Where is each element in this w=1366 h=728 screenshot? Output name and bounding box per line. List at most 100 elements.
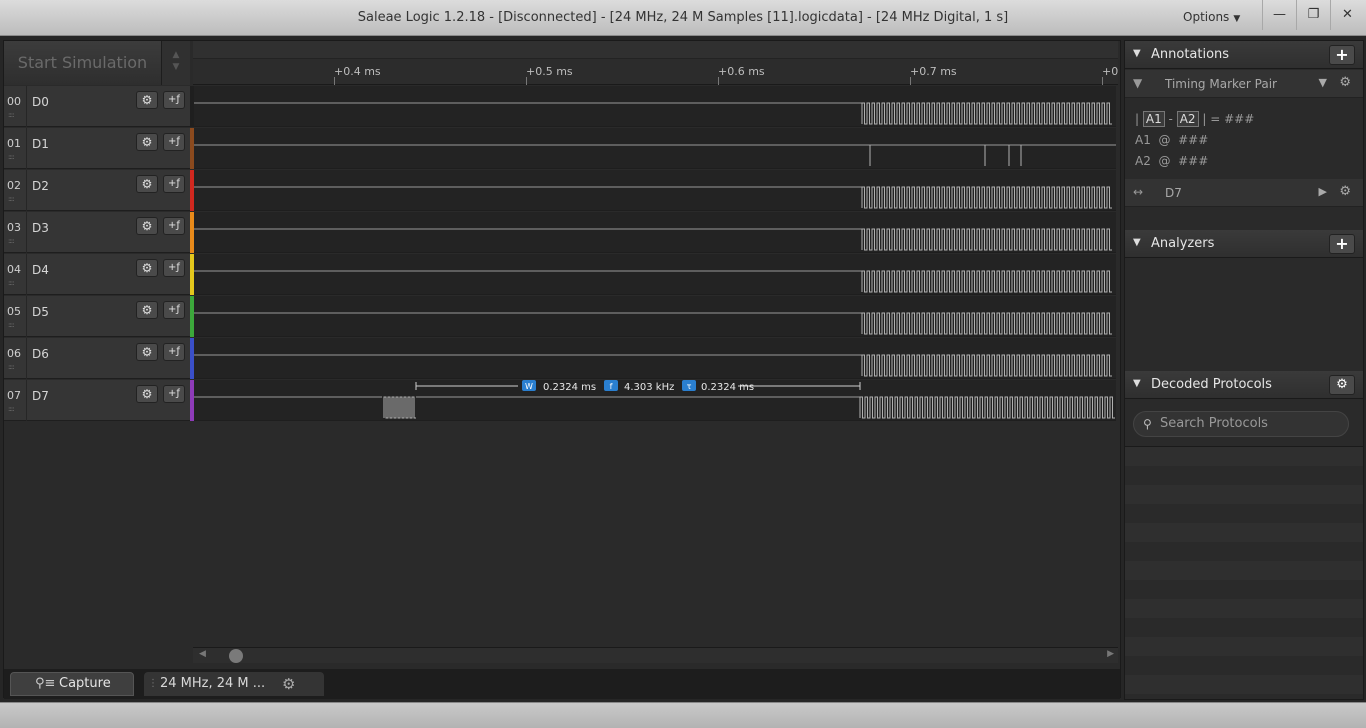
channel-name[interactable]: D2 bbox=[32, 179, 49, 193]
decoded-protocols-list[interactable] bbox=[1125, 446, 1363, 699]
gear-icon[interactable]: ⚙ bbox=[136, 385, 158, 403]
channel-label-area[interactable]: 07 :::: D7 ⚙ +ƒ bbox=[4, 380, 190, 421]
ruler-tick bbox=[526, 77, 527, 85]
trigger-icon[interactable]: +ƒ bbox=[163, 91, 185, 109]
start-simulation-button[interactable]: Start Simulation bbox=[4, 41, 162, 85]
trigger-icon[interactable]: +ƒ bbox=[163, 217, 185, 235]
add-analyzer-button[interactable]: + bbox=[1329, 234, 1355, 254]
close-button[interactable]: ✕ bbox=[1330, 0, 1364, 30]
pulse-burst bbox=[861, 312, 1112, 335]
timing-marker-pair-row[interactable]: ▼ Timing Marker Pair ▼ ⚙ bbox=[1125, 70, 1363, 98]
trigger-icon[interactable]: +ƒ bbox=[163, 343, 185, 361]
gear-icon[interactable]: ⚙ bbox=[136, 175, 158, 193]
ruler-tick bbox=[910, 77, 911, 85]
waveform[interactable] bbox=[194, 212, 1116, 253]
horizontal-scrollbar[interactable]: ◀ ▶ bbox=[193, 647, 1118, 663]
pulse-burst-small bbox=[383, 396, 416, 419]
waveform[interactable] bbox=[194, 170, 1116, 211]
trigger-icon[interactable]: +ƒ bbox=[163, 259, 185, 277]
drag-handle-icon[interactable]: :::: bbox=[8, 363, 15, 371]
search-protocols-input[interactable]: ⚲ Search Protocols bbox=[1133, 411, 1349, 437]
bottom-tab-bar: ⚲≡ Capture ⋮ 24 MHz, 24 M ... ⚙ bbox=[4, 669, 1120, 699]
add-annotation-button[interactable]: + bbox=[1329, 45, 1355, 65]
gear-icon[interactable]: ⚙ bbox=[136, 91, 158, 109]
simulation-arrows[interactable]: ▲ ▼ bbox=[162, 41, 190, 85]
waveform[interactable] bbox=[194, 338, 1116, 379]
channel-name[interactable]: D0 bbox=[32, 95, 49, 109]
drag-handle-icon[interactable]: :::: bbox=[8, 279, 15, 287]
annotations-header[interactable]: ▼ Annotations + bbox=[1125, 41, 1363, 69]
waveform[interactable] bbox=[194, 254, 1116, 295]
decoded-protocols-header[interactable]: ▼ Decoded Protocols ⚙ bbox=[1125, 371, 1363, 399]
trigger-icon[interactable]: +ƒ bbox=[163, 175, 185, 193]
collapse-triangle-icon[interactable]: ▼ bbox=[1133, 378, 1141, 389]
tab-capture[interactable]: ⚲≡ Capture bbox=[10, 672, 134, 696]
channel-label-area[interactable]: 05 :::: D5 ⚙ +ƒ bbox=[4, 296, 190, 337]
dash-text: - bbox=[1168, 112, 1173, 126]
channel-label-area[interactable]: 03 :::: D3 ⚙ +ƒ bbox=[4, 212, 190, 253]
time-ruler[interactable]: +0.4 ms +0.5 ms +0.6 ms +0.7 ms +0 bbox=[193, 41, 1118, 85]
gear-icon[interactable]: ⚙ bbox=[136, 133, 158, 151]
minimize-button[interactable]: — bbox=[1262, 0, 1296, 30]
options-menu[interactable]: Options ▼ bbox=[1183, 10, 1240, 24]
channel-label-area[interactable]: 01 :::: D1 ⚙ +ƒ bbox=[4, 128, 190, 169]
collapse-triangle-icon[interactable]: ▼ bbox=[1133, 237, 1141, 248]
waveform[interactable] bbox=[194, 128, 1116, 169]
collapse-triangle-icon[interactable]: ▼ bbox=[1133, 48, 1141, 59]
gear-icon[interactable]: ⚙ bbox=[136, 217, 158, 235]
gear-icon[interactable]: ⚙ bbox=[282, 672, 295, 696]
channel-name[interactable]: D1 bbox=[32, 137, 49, 151]
play-icon[interactable]: ▶ bbox=[1319, 185, 1327, 198]
channel-name[interactable]: D6 bbox=[32, 347, 49, 361]
drag-handle-icon[interactable]: :::: bbox=[8, 195, 15, 203]
chevron-down-icon[interactable]: ▼ bbox=[1319, 76, 1327, 89]
tab-data-session[interactable]: ⋮ 24 MHz, 24 M ... ⚙ bbox=[144, 672, 324, 696]
trigger-icon[interactable]: +ƒ bbox=[163, 133, 185, 151]
drag-handle-icon[interactable]: :::: bbox=[8, 153, 15, 161]
pulse-burst bbox=[861, 186, 1112, 209]
channel-row: 03 :::: D3 ⚙ +ƒ bbox=[4, 212, 1118, 254]
at-symbol: @ bbox=[1158, 133, 1171, 147]
channel-name[interactable]: D5 bbox=[32, 305, 49, 319]
channel-number: 02 bbox=[7, 179, 21, 192]
a2-marker[interactable]: A2 bbox=[1176, 111, 1199, 127]
gear-icon[interactable]: ⚙ bbox=[1329, 375, 1355, 395]
drag-handle-icon[interactable]: :::: bbox=[8, 111, 15, 119]
waveform[interactable]: W 0.2324 ms f 4.303 kHz τ 0.2324 ms bbox=[194, 380, 1116, 421]
marker-diff-line: | A1 - A2 | = ### bbox=[1135, 111, 1255, 127]
waveform[interactable] bbox=[194, 86, 1116, 127]
gear-icon[interactable]: ⚙ bbox=[1339, 184, 1351, 199]
right-pane: ▼ Annotations + ▼ Timing Marker Pair ▼ ⚙… bbox=[1124, 40, 1364, 700]
title-bar: Saleae Logic 1.2.18 - [Disconnected] - [… bbox=[0, 0, 1366, 36]
tab-capture-label: Capture bbox=[59, 676, 111, 691]
scroll-thumb[interactable] bbox=[229, 649, 243, 663]
channel-label-area[interactable]: 00 :::: D0 ⚙ +ƒ bbox=[4, 86, 190, 127]
channel-label-area[interactable]: 06 :::: D6 ⚙ +ƒ bbox=[4, 338, 190, 379]
drag-handle-icon[interactable]: :::: bbox=[8, 405, 15, 413]
restore-button[interactable]: ❐ bbox=[1296, 0, 1330, 30]
measurement-width: 0.2324 ms bbox=[543, 382, 596, 393]
channel-number: 05 bbox=[7, 305, 21, 318]
gear-icon[interactable]: ⚙ bbox=[1339, 75, 1351, 90]
tab-data-label: 24 MHz, 24 M ... bbox=[160, 676, 266, 691]
analyzers-header[interactable]: ▼ Analyzers + bbox=[1125, 230, 1363, 258]
gear-icon[interactable]: ⚙ bbox=[136, 301, 158, 319]
scroll-right-icon[interactable]: ▶ bbox=[1107, 649, 1114, 659]
scroll-left-icon[interactable]: ◀ bbox=[199, 649, 206, 659]
channel-label-area[interactable]: 02 :::: D2 ⚙ +ƒ bbox=[4, 170, 190, 211]
channel-label-area[interactable]: 04 :::: D4 ⚙ +ƒ bbox=[4, 254, 190, 295]
channel-row: 05 :::: D5 ⚙ +ƒ bbox=[4, 296, 1118, 338]
status-bar bbox=[0, 702, 1366, 728]
drag-handle-icon[interactable]: :::: bbox=[8, 321, 15, 329]
trigger-icon[interactable]: +ƒ bbox=[163, 301, 185, 319]
channel-name[interactable]: D3 bbox=[32, 221, 49, 235]
trigger-icon[interactable]: +ƒ bbox=[163, 385, 185, 403]
channel-name[interactable]: D4 bbox=[32, 263, 49, 277]
a1-marker[interactable]: A1 bbox=[1142, 111, 1165, 127]
drag-handle-icon[interactable]: :::: bbox=[8, 237, 15, 245]
gear-icon[interactable]: ⚙ bbox=[136, 343, 158, 361]
measurement-row[interactable]: ↔ D7 ▶ ⚙ bbox=[1125, 179, 1363, 207]
gear-icon[interactable]: ⚙ bbox=[136, 259, 158, 277]
waveform[interactable] bbox=[194, 296, 1116, 337]
channel-name[interactable]: D7 bbox=[32, 389, 49, 403]
